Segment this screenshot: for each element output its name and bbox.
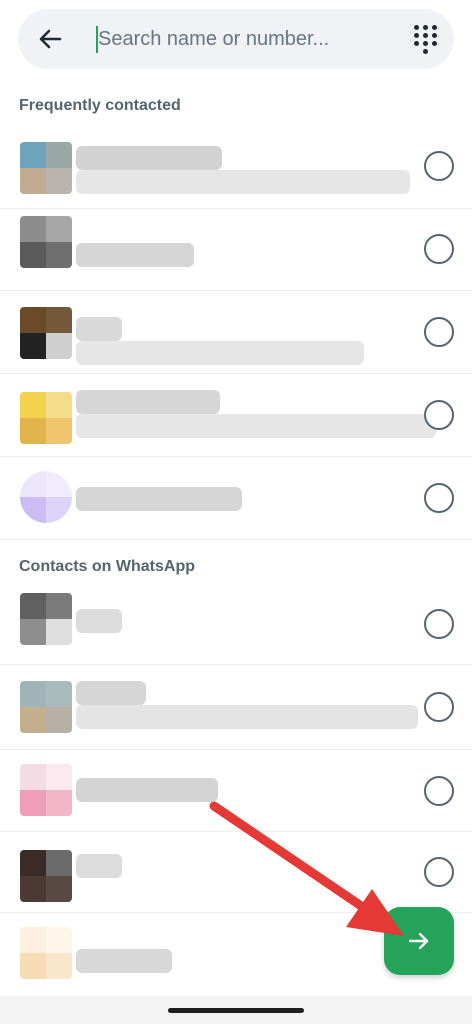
avatar (20, 216, 72, 268)
contact-row[interactable] (0, 457, 472, 539)
contact-name-redacted (76, 681, 146, 705)
avatar (20, 681, 72, 733)
divider (0, 539, 472, 540)
dialpad-icon[interactable] (412, 23, 444, 55)
contact-row[interactable] (0, 291, 472, 373)
avatar (20, 142, 72, 194)
contact-status-redacted (76, 414, 436, 438)
contact-row[interactable] (0, 124, 472, 208)
section-title-frequent: Frequently contacted (19, 97, 181, 114)
avatar (20, 307, 72, 359)
avatar (20, 392, 72, 444)
contact-row[interactable] (0, 665, 472, 749)
home-indicator[interactable] (168, 1008, 304, 1013)
contact-name-redacted (76, 317, 122, 341)
contact-name-redacted (76, 487, 242, 511)
contact-row[interactable] (0, 209, 472, 290)
avatar (20, 764, 72, 816)
contact-status-redacted (76, 170, 410, 194)
contact-name-redacted (76, 949, 172, 973)
contact-row[interactable] (0, 583, 472, 664)
contact-row[interactable] (0, 832, 472, 912)
arrow-right-icon (408, 932, 429, 950)
contact-name-redacted (76, 778, 218, 802)
select-radio[interactable] (424, 776, 454, 806)
contact-status-redacted (76, 341, 364, 365)
search-input[interactable] (98, 24, 398, 54)
back-arrow-icon[interactable] (34, 23, 66, 55)
select-radio[interactable] (424, 234, 454, 264)
contact-name-redacted (76, 854, 122, 878)
contact-status-redacted (76, 705, 418, 729)
contact-row[interactable] (0, 374, 472, 456)
select-radio[interactable] (424, 483, 454, 513)
select-radio[interactable] (424, 151, 454, 181)
contact-name-redacted (76, 609, 122, 633)
select-radio[interactable] (424, 317, 454, 347)
next-button[interactable] (384, 907, 454, 975)
avatar (20, 927, 72, 979)
select-radio[interactable] (424, 857, 454, 887)
search-bar (18, 9, 454, 69)
section-title-whatsapp: Contacts on WhatsApp (19, 558, 195, 575)
select-radio[interactable] (424, 692, 454, 722)
select-radio[interactable] (424, 609, 454, 639)
system-nav-bar (0, 996, 472, 1024)
contact-name-redacted (76, 390, 220, 414)
select-radio[interactable] (424, 400, 454, 430)
avatar (20, 850, 72, 902)
contact-name-redacted (76, 146, 222, 170)
contact-name-redacted (76, 243, 194, 267)
avatar (20, 593, 72, 645)
avatar (20, 471, 72, 523)
contact-row[interactable] (0, 750, 472, 831)
